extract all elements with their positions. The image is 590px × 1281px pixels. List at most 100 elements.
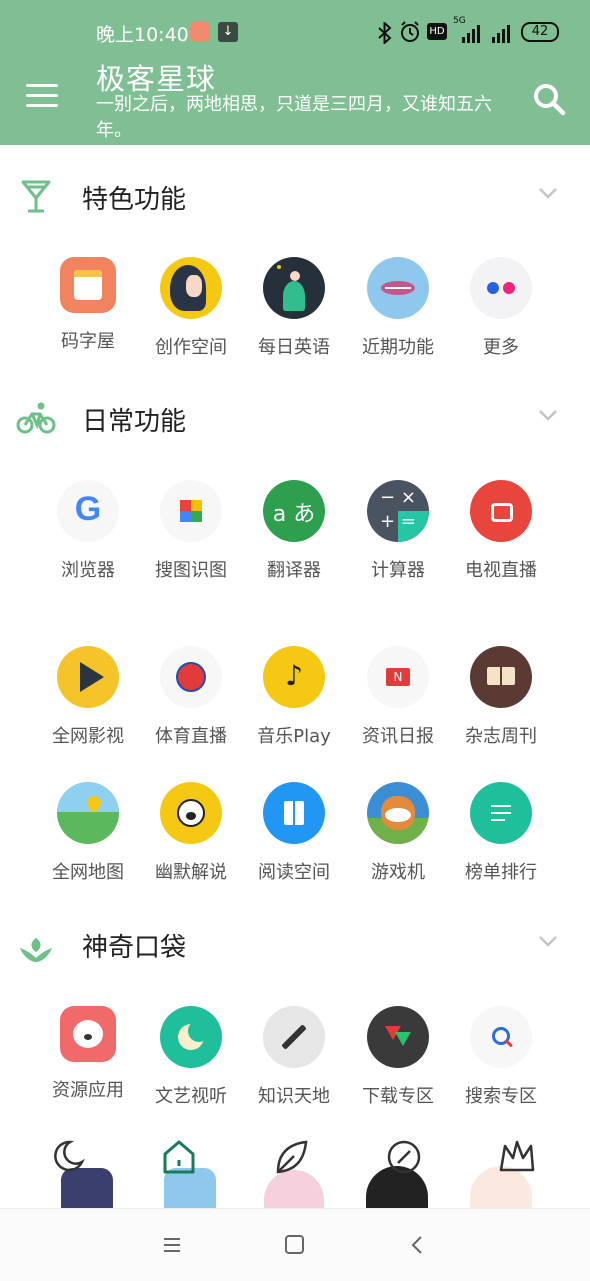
tile-calculator[interactable]: − × + = 计算器 (346, 480, 450, 582)
music-note-icon: ♪ (263, 646, 325, 708)
signal-2-icon (492, 25, 510, 43)
magnifier-icon (470, 1006, 532, 1068)
translate-icon: a あ (263, 480, 325, 542)
tile-arts-media[interactable]: 文艺视听 (139, 1006, 243, 1108)
tile-game-console[interactable]: 游戏机 (346, 782, 450, 884)
map-icon (57, 782, 119, 844)
calculator-icon: − × + = (367, 480, 429, 542)
search-icon[interactable] (532, 82, 566, 116)
crescent-moon-icon[interactable] (48, 1138, 86, 1176)
pinwheel-icon (160, 480, 222, 542)
app-subtitle: 一别之后，两地相思，只道是三四月，又谁知五六年。 (96, 94, 492, 141)
status-time: 晚上10:40 (96, 24, 189, 46)
tile-writing-room[interactable]: 码字屋 (36, 257, 140, 353)
tile-recent-features[interactable]: 近期功能 (346, 257, 450, 359)
tile-label: 阅读空间 (258, 862, 330, 883)
battery-indicator: 42 (521, 22, 559, 42)
tile-map[interactable]: 全网地图 (36, 782, 140, 884)
tile-label: 翻译器 (267, 560, 321, 581)
bluetooth-icon (378, 22, 392, 44)
tile-label: 搜图识图 (155, 560, 227, 581)
book-icon (470, 646, 532, 708)
home-nav-icon[interactable] (283, 1233, 307, 1257)
emoji-face-icon (160, 782, 222, 844)
section-title: 神奇口袋 (82, 933, 187, 963)
tile-magazine[interactable]: 杂志周刊 (449, 646, 553, 748)
status-bar: 晚上10:40 ↓ HD 5G 42 (0, 16, 590, 48)
cocktail-glass-icon (21, 180, 51, 213)
dog-icon (60, 1006, 116, 1062)
chevron-down-icon[interactable] (538, 186, 558, 200)
tile-label: 全网影视 (52, 726, 124, 747)
tile-tv-live[interactable]: 电视直播 (449, 480, 553, 582)
tile-image-search[interactable]: 搜图识图 (139, 480, 243, 582)
app-header: 晚上10:40 ↓ HD 5G 42 极客星球 一别之后，两地相思，只道是三四月… (0, 0, 590, 145)
download-notification-icon: ↓ (218, 22, 238, 42)
tile-knowledge[interactable]: 知识天地 (242, 1006, 346, 1108)
tile-creative-space[interactable]: 创作空间 (139, 257, 243, 359)
chevron-down-icon[interactable] (538, 934, 558, 948)
section-header-featured[interactable]: 特色功能 (0, 166, 590, 226)
tile-label: 码字屋 (61, 331, 115, 352)
tile-sports-live[interactable]: 体育直播 (139, 646, 243, 748)
back-nav-icon[interactable] (406, 1233, 430, 1257)
notepad-icon (60, 257, 116, 313)
google-g-icon: G (57, 480, 119, 542)
tile-label: 创作空间 (155, 337, 227, 358)
tile-label: 幽默解说 (155, 862, 227, 883)
fish-illustration-icon (367, 257, 429, 319)
section-header-daily[interactable]: 日常功能 (0, 388, 590, 448)
section-title: 特色功能 (82, 185, 187, 215)
menu-button[interactable] (26, 84, 58, 110)
tile-label: 资讯日报 (362, 726, 434, 747)
tile-reading-space[interactable]: 阅读空间 (242, 782, 346, 884)
two-dots-icon (470, 257, 532, 319)
chevron-down-icon[interactable] (538, 408, 558, 422)
tile-music[interactable]: ♪ 音乐Play (242, 646, 346, 748)
tile-rankings[interactable]: 榜单排行 (449, 782, 553, 884)
girl-illustration-icon (160, 257, 222, 319)
crown-icon[interactable] (497, 1138, 537, 1176)
tile-label: 下载专区 (362, 1086, 434, 1107)
compass-icon[interactable] (385, 1138, 423, 1176)
cow-game-icon (367, 782, 429, 844)
menu-nav-icon[interactable] (160, 1233, 184, 1257)
tile-label: 音乐Play (257, 726, 331, 747)
fairy-illustration-icon (263, 257, 325, 319)
tile-video[interactable]: 全网影视 (36, 646, 140, 748)
play-icon (57, 646, 119, 708)
tile-label: 浏览器 (61, 560, 115, 581)
sprout-icon (20, 938, 52, 962)
moon-icon (160, 1006, 222, 1068)
tile-downloads[interactable]: 下载专区 (346, 1006, 450, 1108)
section-header-pocket[interactable]: 神奇口袋 (0, 914, 590, 974)
tile-search-zone[interactable]: 搜索专区 (449, 1006, 553, 1108)
tile-humor[interactable]: 幽默解说 (139, 782, 243, 884)
tile-daily-english[interactable]: 每日英语 (242, 257, 346, 359)
tile-translator[interactable]: a あ 翻译器 (242, 480, 346, 582)
tile-resource-apps[interactable]: 资源应用 (36, 1006, 140, 1102)
tile-more[interactable]: 更多 (449, 257, 553, 359)
leaf-icon[interactable] (272, 1138, 310, 1176)
pen-icon (263, 1006, 325, 1068)
bicycle-icon (16, 402, 56, 434)
tile-label: 资源应用 (52, 1080, 124, 1101)
tile-label: 更多 (483, 337, 519, 358)
tile-news-daily[interactable]: N 资讯日报 (346, 646, 450, 748)
tile-browser[interactable]: G 浏览器 (36, 480, 140, 582)
tile-label: 计算器 (371, 560, 425, 581)
tile-label: 榜单排行 (465, 862, 537, 883)
tile-label: 体育直播 (155, 726, 227, 747)
home-icon[interactable] (160, 1138, 198, 1176)
download-arrows-icon (367, 1006, 429, 1068)
list-icon (470, 782, 532, 844)
tile-label: 杂志周刊 (465, 726, 537, 747)
open-book-icon (263, 782, 325, 844)
tile-label: 全网地图 (52, 862, 124, 883)
tile-label: 知识天地 (258, 1086, 330, 1107)
hd-icon: HD (427, 23, 447, 40)
tile-label: 文艺视听 (155, 1086, 227, 1107)
notification-app-icon (190, 22, 210, 42)
tile-label: 游戏机 (371, 862, 425, 883)
tile-label: 每日英语 (258, 337, 330, 358)
